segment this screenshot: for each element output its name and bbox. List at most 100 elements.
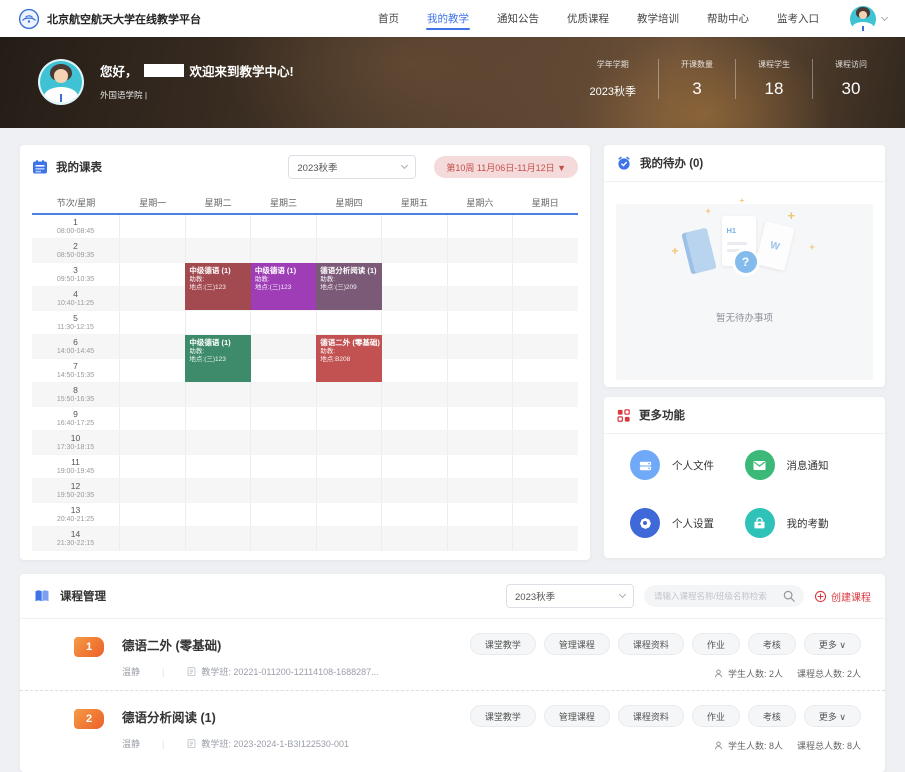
schedule-cell: [513, 263, 578, 286]
action-考核[interactable]: 考核: [748, 705, 796, 727]
period-cell: 1119:00-19:45: [32, 455, 120, 478]
day-header: 星期三: [251, 196, 316, 209]
search-icon[interactable]: [782, 589, 796, 603]
action-课程资料[interactable]: 课程资料: [618, 633, 684, 655]
nav-item-我的教学[interactable]: 我的教学: [426, 1, 470, 36]
schedule-term-select[interactable]: 2023秋季: [288, 155, 416, 179]
create-course-label: 创建课程: [831, 589, 871, 604]
nav-item-通知公告[interactable]: 通知公告: [496, 1, 540, 36]
gear-part: [643, 521, 647, 525]
action-作业[interactable]: 作业: [692, 705, 740, 727]
schedule-cell: [120, 287, 186, 310]
schedule-cell: [513, 335, 578, 358]
period-time: 21:30-22:15: [57, 539, 94, 548]
course-term-value: 2023秋季: [515, 589, 555, 603]
action-管理课程[interactable]: 管理课程: [544, 633, 610, 655]
course-title[interactable]: 德语分析阅读 (1): [122, 707, 216, 726]
course-title[interactable]: 德语二外 (零基础): [122, 635, 221, 654]
schedule-cell: [448, 239, 514, 262]
course-teacher: 温静: [122, 665, 140, 678]
platform-title: 北京航空航天大学在线教学平台: [47, 11, 201, 27]
action-管理课程[interactable]: 管理课程: [544, 705, 610, 727]
h1-label: H1: [727, 226, 737, 235]
meta-separator: |: [148, 739, 178, 749]
period-cell: 916:40-17:25: [32, 407, 120, 430]
schedule-cell: [448, 407, 514, 430]
feature-消息通知[interactable]: 消息通知: [745, 450, 860, 480]
schedule-cell: [251, 359, 317, 382]
schedule-course-block[interactable]: 中级德语 (1)助教:地点:(三)123: [185, 263, 250, 310]
day-header: 星期四: [316, 196, 381, 209]
schedule-cell: [120, 527, 186, 550]
schedule-course-block[interactable]: 德语二外 (零基础)助教:地点:B208: [316, 335, 381, 382]
feature-label: 我的考勤: [787, 516, 829, 531]
action-作业[interactable]: 作业: [692, 633, 740, 655]
course-class: 教学班: 2023-2024-1-B3I122530-001: [186, 737, 349, 750]
schedule-row: 1119:00-19:45: [32, 455, 578, 479]
banner-stat: 开课数量3: [658, 59, 735, 99]
course-block-name: 德语二外 (零基础): [320, 338, 377, 348]
action-更多 ∨[interactable]: 更多 ∨: [804, 705, 861, 727]
nav-item-监考入口[interactable]: 监考入口: [776, 1, 820, 36]
schedule-corner-label: 节次/星期: [32, 196, 120, 209]
create-course-button[interactable]: 创建课程: [814, 589, 871, 604]
todo-title: 我的待办 (0): [640, 155, 703, 171]
nav-item-教学培训[interactable]: 教学培训: [636, 1, 680, 36]
schedule-cell: [120, 239, 186, 262]
chevron-down-icon[interactable]: [881, 13, 888, 20]
welcome-banner: 您好， 欢迎来到教学中心! 外国语学院 | 学年学期2023秋季开课数量3课程学…: [0, 37, 905, 128]
feature-我的考勤[interactable]: 我的考勤: [745, 508, 860, 538]
schedule-row: 1017:30-18:15: [32, 431, 578, 455]
course-class: 教学班: 20221-011200-12114108-1688287...: [186, 665, 378, 678]
feature-label: 消息通知: [787, 458, 829, 473]
feature-grid: 个人文件 消息通知个人设置 我的考勤: [604, 434, 885, 554]
course-search-input[interactable]: [644, 585, 804, 607]
course-term-select[interactable]: 2023秋季: [506, 584, 634, 608]
empty-illustration: + + + + + H1 W ?: [670, 204, 820, 300]
period-number: 10: [71, 433, 80, 443]
schedule-cell: [186, 311, 252, 334]
w-label: W: [769, 240, 781, 253]
action-课堂教学[interactable]: 课堂教学: [470, 705, 536, 727]
action-课堂教学[interactable]: 课堂教学: [470, 633, 536, 655]
schedule-row: 916:40-17:25: [32, 407, 578, 431]
stat-label: 课程学生: [758, 59, 790, 70]
period-cell: 511:30-12:15: [32, 311, 120, 334]
university-logo-icon: [18, 8, 40, 30]
day-header: 星期二: [185, 196, 250, 209]
nav-item-帮助中心[interactable]: 帮助中心: [706, 1, 750, 36]
schedule-cell: [251, 311, 317, 334]
schedule-cell: [513, 215, 578, 238]
schedule-cell: [448, 383, 514, 406]
period-time: 20:40-21:25: [57, 515, 94, 524]
course-block-name: 中级德语 (1): [255, 266, 312, 276]
schedule-cell: [120, 359, 186, 382]
schedule-cell: [317, 407, 383, 430]
stat-label: 课程访问: [835, 59, 867, 70]
action-更多 ∨[interactable]: 更多 ∨: [804, 633, 861, 655]
schedule-cell: [317, 455, 383, 478]
schedule-course-block[interactable]: 德语分析阅读 (1)助教:地点:(三)209: [316, 263, 381, 310]
calendar-icon: [32, 159, 48, 175]
period-number: 9: [73, 409, 78, 419]
nav-item-首页[interactable]: 首页: [377, 1, 400, 36]
period-cell: 1017:30-18:15: [32, 431, 120, 454]
course-management-title: 课程管理: [60, 588, 106, 604]
course-block-assistant: 助教:: [320, 348, 377, 357]
schedule-course-block[interactable]: 中级德语 (1)助教:地点:(三)123: [251, 263, 316, 310]
user-avatar[interactable]: [850, 6, 876, 32]
schedule-cell: [251, 431, 317, 454]
schedule-cell: [186, 479, 252, 502]
period-number: 6: [73, 337, 78, 347]
action-考核[interactable]: 考核: [748, 633, 796, 655]
course-block-name: 中级德语 (1): [189, 266, 246, 276]
week-selector[interactable]: 第10周 11月06日-11月12日 ▼: [434, 156, 578, 178]
schedule-course-block[interactable]: 中级德语 (1)助教:地点:(三)123: [185, 335, 250, 382]
schedule-cell: [120, 407, 186, 430]
nav-item-优质课程[interactable]: 优质课程: [566, 1, 610, 36]
schedule-cell: [317, 215, 383, 238]
schedule-row: 714:50-15:35: [32, 359, 578, 383]
feature-个人设置[interactable]: 个人设置: [630, 508, 745, 538]
action-课程资料[interactable]: 课程资料: [618, 705, 684, 727]
feature-个人文件[interactable]: 个人文件: [630, 450, 745, 480]
